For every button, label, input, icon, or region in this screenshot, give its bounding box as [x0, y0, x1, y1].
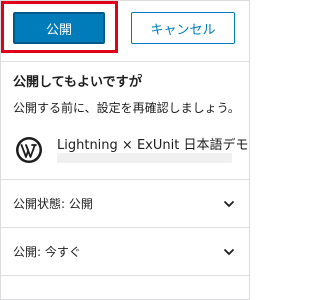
prepublish-description: 公開する前に、設定を再確認しましょう。: [13, 101, 240, 115]
chevron-down-icon: [223, 248, 235, 255]
site-name: Lightning × ExUnit 日本語デモ: [57, 138, 249, 153]
divider: [1, 275, 249, 276]
visibility-label: 公開状態: 公開: [13, 197, 93, 211]
wordpress-icon: [15, 136, 43, 164]
help-mark: ?: [137, 72, 143, 85]
cancel-button[interactable]: キャンセル: [131, 12, 235, 44]
schedule-label: 公開: 今すぐ: [13, 245, 81, 259]
visibility-panel-toggle[interactable]: 公開状態: 公開: [1, 179, 249, 227]
highlight-box: [1, 1, 118, 53]
publish-panel: 公開 キャンセル 公開してもよいですか ? 公開する前に、設定を再確認しましょう…: [0, 0, 250, 300]
prepublish-title: 公開してもよいですか: [13, 75, 142, 90]
schedule-panel-toggle[interactable]: 公開: 今すぐ: [1, 227, 249, 275]
site-url-redacted: [57, 153, 232, 163]
chevron-down-icon: [223, 200, 235, 207]
